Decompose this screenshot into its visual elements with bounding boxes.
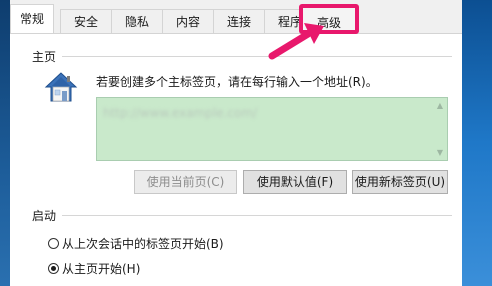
- radio-button-checked[interactable]: [48, 263, 59, 274]
- tab-content[interactable]: 内容: [162, 9, 214, 33]
- scroll-down-arrow-icon[interactable]: ▼: [437, 148, 443, 157]
- tab-general[interactable]: 常规: [10, 4, 54, 34]
- use-default-button[interactable]: 使用默认值(F): [243, 170, 347, 194]
- radio-button[interactable]: [48, 238, 59, 249]
- radio-label: 从上次会话中的标签页开始(B): [62, 237, 224, 251]
- radio-start-last-session[interactable]: 从上次会话中的标签页开始(B): [48, 235, 224, 253]
- scroll-up-arrow-icon[interactable]: ▲: [437, 101, 443, 110]
- use-current-page-button[interactable]: 使用当前页(C): [134, 170, 237, 194]
- house-icon: [44, 72, 78, 102]
- use-new-tab-button[interactable]: 使用新标签页(U): [352, 170, 448, 194]
- home-section-rule: [62, 56, 452, 57]
- startup-section-rule: [62, 215, 452, 216]
- home-hint-text: 若要创建多个主标签页，请在每行输入一个地址(R)。: [96, 75, 378, 89]
- startup-section-title: 启动: [32, 209, 57, 223]
- tab-privacy[interactable]: 隐私: [111, 9, 163, 33]
- tab-security[interactable]: 安全: [60, 9, 112, 33]
- home-url-value: http://www.example.com/: [103, 106, 258, 120]
- tab-divider: [10, 33, 462, 34]
- home-section-title: 主页: [32, 50, 57, 64]
- internet-options-dialog: 常规 安全 隐私 内容 连接 程序 高级 主页 若要创建多个主标签页，请在每行输…: [10, 0, 462, 286]
- radio-label: 从主页开始(H): [62, 262, 141, 276]
- tab-strip: 常规 安全 隐私 内容 连接 程序 高级: [10, 0, 462, 34]
- tab-connections[interactable]: 连接: [213, 9, 265, 33]
- radio-start-home-page[interactable]: 从主页开始(H): [48, 260, 140, 278]
- home-url-textarea[interactable]: http://www.example.com/ ▲ ▼: [96, 97, 448, 161]
- pointer-arrow-icon: [268, 23, 324, 60]
